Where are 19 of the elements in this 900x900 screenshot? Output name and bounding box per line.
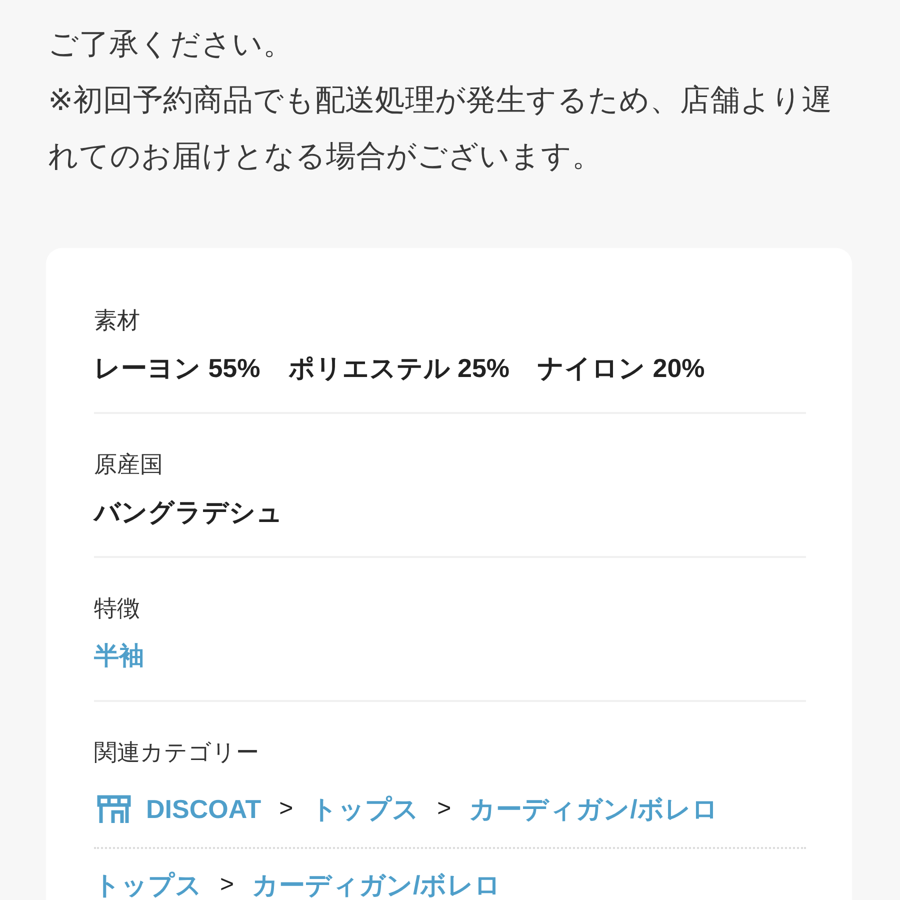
breadcrumb-separator: > [437,794,452,824]
notice-text: ※初回予約商品でも配送処理が発生するため、店舗より遅れてのお届けとなる場合がございます。 [48,83,834,175]
spec-value: ナイロン 20% [538,352,705,385]
category-link[interactable]: カーディガン/ボレロ [252,867,502,900]
breadcrumb-separator: > [279,794,294,824]
breadcrumb-separator: > [220,870,234,900]
spec-value: ポリエステル 25% [288,352,510,385]
spec-label: 特徴 [94,594,141,623]
spec-label: 原産国 [94,450,164,479]
category-link[interactable]: カーディガン/ボレロ [469,791,718,827]
category-link[interactable]: トップス [311,791,420,827]
spec-value: レーヨン 55% [94,352,260,385]
feature-link[interactable]: 半袖 [94,638,144,674]
category-link[interactable]: DISCOAT [146,791,262,827]
notice-text: ご了承ください。 [48,27,294,63]
spec-label: 素材 [94,306,141,335]
spec-label: 関連カテゴリー [94,738,260,767]
category-link[interactable]: トップス [94,867,202,900]
spec-value: バングラデシュ [94,496,283,529]
